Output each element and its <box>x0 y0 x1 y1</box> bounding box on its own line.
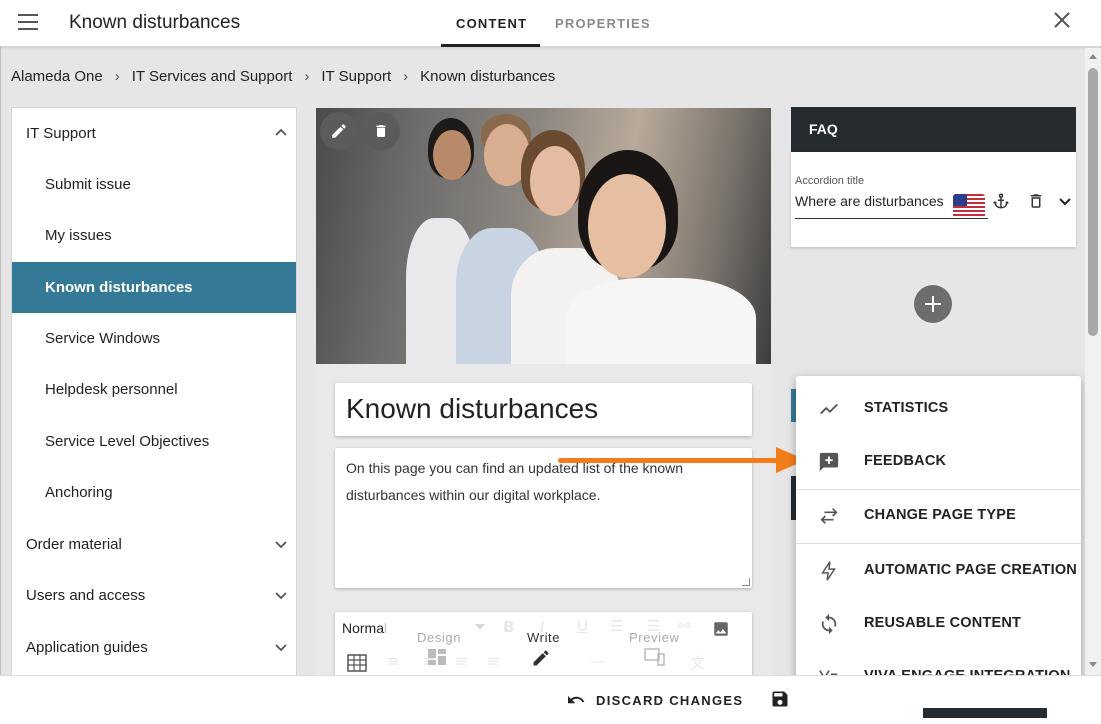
sidebar-item-it-support[interactable]: IT Support <box>12 108 296 159</box>
dashboard-icon[interactable] <box>427 648 447 666</box>
trash-icon <box>376 125 386 137</box>
sidebar-item-label: Anchoring <box>45 484 113 501</box>
vertical-scrollbar[interactable] <box>1085 48 1101 675</box>
discard-changes-button[interactable]: DISCARD CHANGES <box>566 692 743 708</box>
sidebar-item-label: Service Windows <box>45 330 161 347</box>
chevron-right-icon: › <box>403 68 409 85</box>
active-tab-indicator <box>441 44 540 47</box>
chevron-down-icon[interactable] <box>274 537 288 551</box>
hero-image <box>316 108 771 364</box>
menu-item-feedback[interactable]: FEEDBACK <box>796 436 1081 486</box>
mode-design[interactable]: Design <box>417 630 461 645</box>
menu-divider <box>796 543 1081 544</box>
format-select[interactable]: Normal <box>342 620 387 636</box>
tab-properties[interactable]: PROPERTIES <box>555 16 651 31</box>
chevron-right-icon: › <box>304 68 310 85</box>
sync-icon <box>821 613 837 635</box>
sidebar-item-label: Submit issue <box>45 176 131 193</box>
menu-icon[interactable] <box>18 14 38 30</box>
chevron-down-icon[interactable] <box>274 588 288 602</box>
menu-item-statistics[interactable]: STATISTICS <box>796 383 1081 433</box>
sidebar-item-label: Application guides <box>26 639 148 656</box>
chevron-right-icon: › <box>114 68 120 85</box>
intro-textarea[interactable]: On this page you can find an updated lis… <box>335 448 752 588</box>
sidebar-item-label: Helpdesk personnel <box>45 381 178 398</box>
sidebar-item-application-guides[interactable]: Application guides <box>12 622 296 673</box>
resize-handle[interactable] <box>742 578 750 586</box>
swap-icon <box>820 508 838 524</box>
breadcrumb-current: Known disturbances <box>420 68 556 85</box>
accordion-title-label: Accordion title <box>795 175 865 187</box>
sidebar-item-label: Service Level Objectives <box>45 433 210 450</box>
save-icon[interactable] <box>770 689 790 709</box>
sidebar-item-known-disturbances[interactable]: Known disturbances <box>12 262 296 313</box>
add-block-button[interactable] <box>914 285 952 323</box>
accordion-title-input[interactable]: Where are disturbances <box>795 193 955 209</box>
lightning-icon <box>821 561 836 581</box>
sidebar-item-label: IT Support <box>26 125 96 142</box>
breadcrumb-item[interactable]: Alameda One <box>11 68 103 85</box>
sidebar-item-label: My issues <box>45 227 112 244</box>
undo-icon <box>568 696 585 704</box>
intro-text: On this page you can find an updated lis… <box>346 460 684 503</box>
page-title: Known disturbances <box>69 12 241 33</box>
callout-arrow <box>558 458 780 463</box>
feedback-icon <box>819 452 839 472</box>
top-app-bar: Known disturbances CONTENT PROPERTIES <box>0 0 1101 47</box>
menu-item-automatic-page-creation[interactable]: AUTOMATIC PAGE CREATION <box>796 545 1081 595</box>
sidebar-item-my-issues[interactable]: My issues <box>12 210 296 261</box>
sidebar-item-label: Known disturbances <box>45 279 193 296</box>
faq-accordion-editor: Accordion title Where are disturbances <box>791 152 1076 247</box>
pencil-icon[interactable] <box>531 648 551 668</box>
publish-button[interactable] <box>923 708 1047 718</box>
scroll-down-arrow[interactable] <box>1089 662 1097 667</box>
anchor-icon[interactable] <box>992 192 1010 210</box>
mode-write[interactable]: Write <box>527 630 560 645</box>
tab-content[interactable]: CONTENT <box>456 16 527 31</box>
image-icon[interactable] <box>712 620 730 638</box>
breadcrumb: Alameda One › IT Services and Support › … <box>11 68 555 85</box>
delete-image-button[interactable] <box>362 112 400 150</box>
table-icon[interactable] <box>347 654 367 672</box>
scroll-up-arrow[interactable] <box>1089 54 1097 59</box>
trash-icon[interactable] <box>1027 192 1045 210</box>
trending-up-icon <box>820 403 838 415</box>
sidebar-item-label: Order material <box>26 536 122 553</box>
chevron-up-icon[interactable] <box>274 126 288 140</box>
close-icon[interactable] <box>1050 8 1074 32</box>
input-underline <box>795 218 988 219</box>
breadcrumb-item[interactable]: IT Services and Support <box>132 68 293 85</box>
menu-item-change-page-type[interactable]: CHANGE PAGE TYPE <box>796 490 1081 540</box>
scroll-thumb[interactable] <box>1088 68 1098 336</box>
devices-icon[interactable] <box>643 648 665 666</box>
sidebar-nav: IT Support Submit issue My issues Known … <box>11 107 297 687</box>
breadcrumb-item[interactable]: IT Support <box>321 68 391 85</box>
sidebar-item-anchoring[interactable]: Anchoring <box>12 467 296 518</box>
sidebar-item-users-and-access[interactable]: Users and access <box>12 570 296 621</box>
sidebar-item-submit-issue[interactable]: Submit issue <box>12 159 296 210</box>
page-actions-menu: STATISTICS FEEDBACK CHANGE PAGE TYPE AUT… <box>796 376 1081 710</box>
faq-header: FAQ <box>791 107 1076 152</box>
us-flag-icon[interactable] <box>953 194 985 218</box>
sidebar-item-order-material[interactable]: Order material <box>12 519 296 570</box>
discard-label: DISCARD CHANGES <box>596 692 744 708</box>
pencil-icon <box>332 124 346 138</box>
editor-mode-switcher: Design Write Preview <box>385 618 707 676</box>
chevron-down-icon[interactable] <box>1056 192 1074 210</box>
chevron-down-icon[interactable] <box>274 640 288 654</box>
menu-item-reusable-content[interactable]: REUSABLE CONTENT <box>796 598 1081 648</box>
mode-preview[interactable]: Preview <box>629 630 679 645</box>
edit-image-button[interactable] <box>320 112 358 150</box>
sidebar-item-service-level-objectives[interactable]: Service Level Objectives <box>12 416 296 467</box>
sidebar-item-helpdesk-personnel[interactable]: Helpdesk personnel <box>12 364 296 415</box>
sidebar-item-service-windows[interactable]: Service Windows <box>12 313 296 364</box>
page-heading-field[interactable]: Known disturbances <box>335 383 752 436</box>
sidebar-item-label: Users and access <box>26 587 146 604</box>
